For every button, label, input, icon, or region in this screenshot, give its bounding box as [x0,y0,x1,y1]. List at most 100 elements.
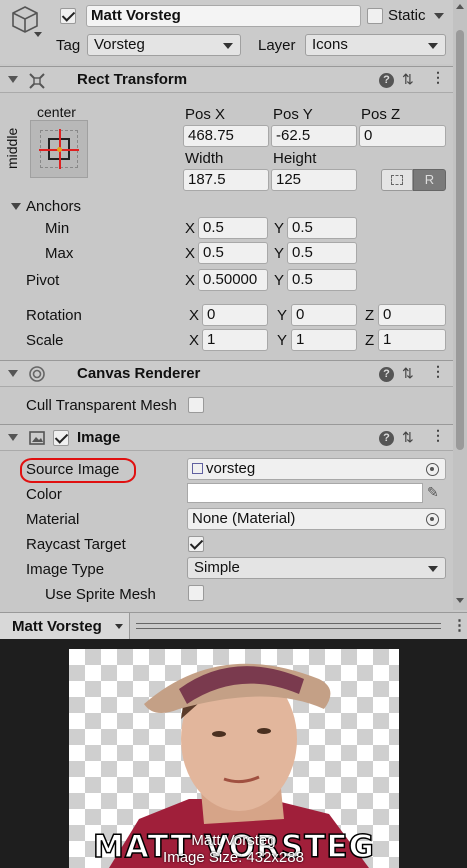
rot-y-field[interactable]: 0 [291,304,357,326]
color-label: Color [26,486,62,503]
pos-z-field[interactable]: 0 [359,125,446,147]
image-title: Image [77,429,121,446]
object-picker-icon[interactable] [426,513,439,526]
preview-title-dropdown[interactable]: Matt Vorsteg [0,613,130,639]
rotation-label: Rotation [26,307,82,324]
foldout-arrow-icon[interactable] [8,370,18,377]
max-y-field[interactable]: 0.5 [287,242,357,264]
chevron-down-icon [428,566,438,572]
image-type-dropdown[interactable]: Simple [187,557,446,579]
color-field[interactable] [187,483,423,503]
more-options-icon[interactable]: ⋮ [431,69,445,86]
pos-x-field[interactable]: 468.75 [183,125,269,147]
more-options-icon[interactable]: ⋮ [431,363,445,380]
preset-sliders-icon[interactable]: ⇅ [402,71,414,88]
preview-toolbar: Matt Vorsteg ⋮ [0,612,467,639]
tag-dropdown[interactable]: Vorsteg [87,34,241,56]
scrollbar-down-arrow-icon[interactable] [456,598,464,603]
material-label: Material [26,511,80,528]
static-label[interactable]: Static [388,7,426,24]
preview-caption-name: Matt Vorsteg [191,832,276,849]
preset-sliders-icon[interactable]: ⇅ [402,429,414,446]
canvas-renderer-header[interactable]: Canvas Renderer ? ⇅ ⋮ [0,360,453,387]
source-image-field[interactable]: vorsteg [187,458,446,480]
static-checkbox[interactable] [367,8,383,24]
cull-transparent-mesh-label: Cull Transparent Mesh [26,397,177,414]
material-field[interactable]: None (Material) [187,508,446,530]
image-type-label: Image Type [26,561,105,578]
blueprint-mode-button[interactable] [381,169,413,191]
width-field[interactable]: 187.5 [183,169,269,191]
scale-y-field[interactable]: 1 [291,329,357,351]
more-options-icon[interactable]: ⋮ [452,616,467,634]
scale-x-field[interactable]: 1 [202,329,268,351]
tag-label: Tag [56,37,81,54]
rect-transform-body: center middle Pos X Pos Y Pos Z 468.75 -… [0,94,453,356]
scale-y-axis: Y [277,332,288,349]
rot-z-axis: Z [365,307,375,324]
anchor-presets-button[interactable] [30,120,88,178]
cull-transparent-mesh-checkbox[interactable] [188,397,204,413]
rot-z-field[interactable]: 0 [378,304,446,326]
pivot-x-axis: X [185,272,196,289]
min-x-axis: X [185,220,196,237]
rect-transform-header[interactable]: Rect Transform ? ⇅ ⋮ [0,66,453,93]
rot-x-field[interactable]: 0 [202,304,268,326]
min-x-field[interactable]: 0.5 [198,217,268,239]
height-label: Height [273,150,317,167]
canvas-renderer-title: Canvas Renderer [77,365,201,382]
gameobject-name-field[interactable]: Matt Vorsteg [86,5,361,27]
width-label: Width [185,150,224,167]
active-checkbox[interactable] [60,8,76,24]
raycast-target-checkbox[interactable] [188,536,204,552]
layer-dropdown[interactable]: Icons [305,34,446,56]
scrollbar-up-arrow-icon[interactable] [456,4,464,9]
pivot-x-field[interactable]: 0.50000 [198,269,268,291]
pivot-y-field[interactable]: 0.5 [287,269,357,291]
max-label: Max [45,245,74,262]
sprite-icon [192,463,203,474]
gameobject-cube-icon[interactable] [10,4,40,34]
pos-z-label: Pos Z [361,106,401,123]
rot-x-axis: X [189,307,200,324]
raw-edit-button[interactable]: R [413,169,446,191]
gameobject-header: Matt Vorsteg Static Tag Vorsteg Layer Ic… [0,0,453,64]
help-icon[interactable]: ? [379,431,394,446]
anchor-vertical-label: middle [4,127,20,169]
height-field[interactable]: 125 [271,169,357,191]
image-header[interactable]: Image ? ⇅ ⋮ [0,424,453,451]
scale-z-field[interactable]: 1 [378,329,446,351]
help-icon[interactable]: ? [379,73,394,88]
preset-sliders-icon[interactable]: ⇅ [402,365,414,382]
image-enabled-checkbox[interactable] [53,430,69,446]
source-image-label: Source Image [26,461,120,478]
static-dropdown-arrow-icon[interactable] [434,13,444,19]
more-options-icon[interactable]: ⋮ [431,427,445,444]
min-y-field[interactable]: 0.5 [287,217,357,239]
use-sprite-mesh-checkbox[interactable] [188,585,204,601]
inspector-scrollbar[interactable] [453,0,467,610]
anchor-horizontal-label: center [37,104,76,120]
anchors-foldout-arrow-icon[interactable] [11,203,21,210]
anchors-label[interactable]: Anchors [26,198,81,215]
image-type-value: Simple [194,559,240,576]
scale-label: Scale [26,332,64,349]
preview-resize-handle[interactable] [136,623,441,629]
max-x-field[interactable]: 0.5 [198,242,268,264]
eyedropper-icon[interactable]: ✎ [427,484,439,501]
pos-y-field[interactable]: -62.5 [271,125,357,147]
scrollbar-thumb[interactable] [456,30,464,450]
foldout-arrow-icon[interactable] [8,76,18,83]
max-y-axis: Y [274,245,285,262]
icon-dropdown-arrow-icon[interactable] [34,32,42,37]
image-component-icon [28,429,46,450]
help-icon[interactable]: ? [379,367,394,382]
canvas-renderer-body: Cull Transparent Mesh [0,388,453,424]
foldout-arrow-icon[interactable] [8,434,18,441]
chevron-down-icon [223,43,233,49]
use-sprite-mesh-label: Use Sprite Mesh [45,586,156,603]
object-picker-icon[interactable] [426,463,439,476]
pivot-y-axis: Y [274,272,285,289]
source-image-value: vorsteg [206,460,256,477]
layer-label: Layer [258,37,296,54]
